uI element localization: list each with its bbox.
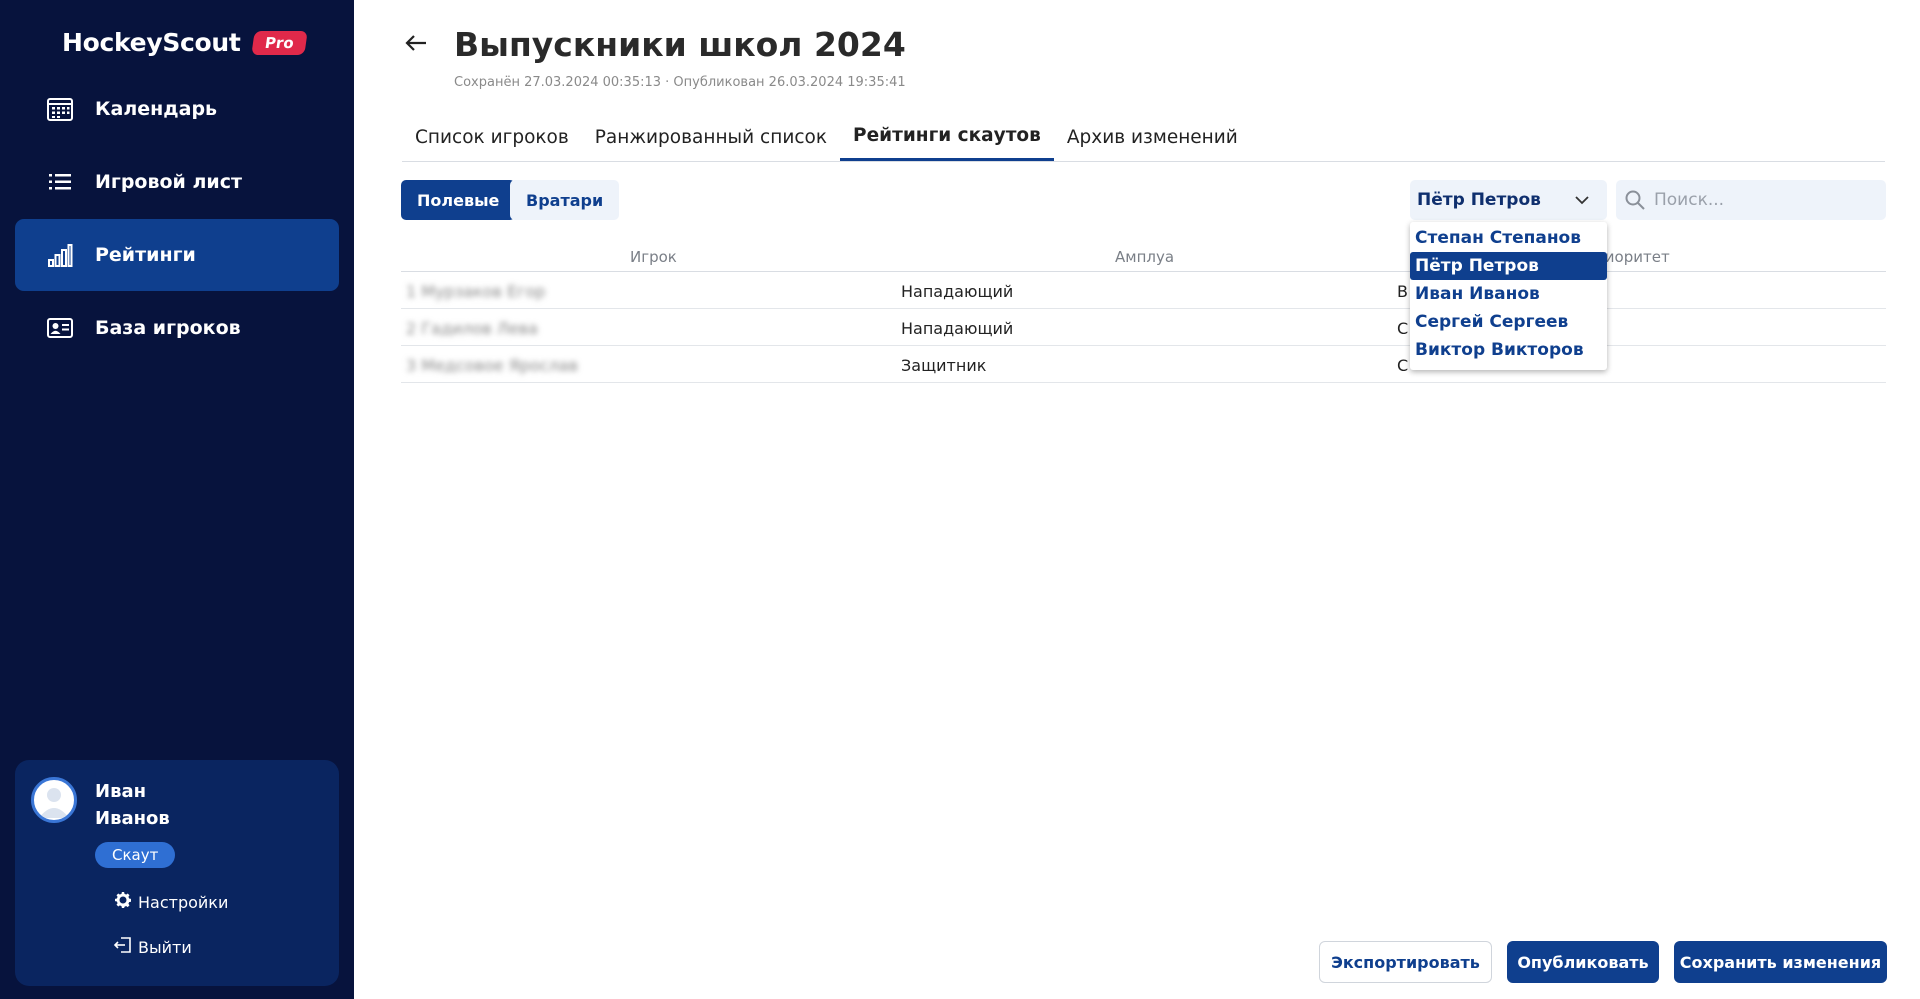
player-priority: С — [1397, 319, 1409, 338]
player-priority: С — [1397, 356, 1409, 375]
list-icon — [45, 167, 75, 197]
sidebar-item-ratings[interactable]: Рейтинги — [15, 219, 339, 291]
chevron-down-icon — [1573, 191, 1591, 213]
player-position: Нападающий — [901, 319, 1014, 338]
sidebar-item-calendar[interactable]: Календарь — [15, 73, 339, 145]
sidebar-item-label: Игровой лист — [95, 171, 242, 193]
sidebar-nav: Календарь Игровой лист Рейтинги База игр… — [15, 73, 339, 365]
scout-option[interactable]: Иван Иванов — [1410, 280, 1607, 308]
scout-option[interactable]: Сергей Сергеев — [1410, 308, 1607, 336]
role-badge: Скаут — [95, 842, 176, 868]
user-name: Иван Иванов — [95, 778, 215, 832]
goalies-button[interactable]: Вратари — [510, 180, 620, 220]
scout-select-value: Пётр Петров — [1417, 190, 1541, 210]
column-header-position[interactable]: Амплуа — [1115, 248, 1174, 266]
id-card-icon — [45, 313, 75, 343]
app-logo[interactable]: HockeyScout Pro — [62, 28, 307, 57]
player-priority: В — [1397, 282, 1408, 301]
sidebar-item-label: Рейтинги — [95, 244, 196, 266]
player-name[interactable]: 3 Медсовое Ярослав — [406, 356, 578, 375]
sidebar-item-player-base[interactable]: База игроков — [15, 292, 339, 364]
table-row[interactable]: 2 Гадилов Лева Нападающий С — [401, 309, 1886, 346]
sidebar-item-label: Календарь — [95, 98, 218, 120]
player-name[interactable]: 1 Мурзаков Егор — [406, 282, 545, 301]
pro-badge: Pro — [250, 30, 307, 55]
save-changes-button[interactable]: Сохранить изменения — [1674, 941, 1887, 983]
player-position: Защитник — [901, 356, 987, 375]
scout-dropdown: Степан Степанов Пётр Петров Иван Иванов … — [1410, 222, 1607, 370]
page-meta: Сохранён 27.03.2024 00:35:13 · Опубликов… — [454, 75, 906, 90]
user-first-name: Иван — [95, 781, 147, 802]
tab-bar: Список игроков Ранжированный список Рейт… — [402, 112, 1885, 162]
sidebar-item-game-sheet[interactable]: Игровой лист — [15, 146, 339, 218]
sidebar: HockeyScout Pro Календарь Игровой лист Р… — [0, 0, 354, 999]
scout-option[interactable]: Степан Степанов — [1410, 224, 1607, 252]
tab-change-archive[interactable]: Архив изменений — [1054, 112, 1251, 162]
avatar[interactable] — [31, 777, 77, 823]
back-button[interactable] — [403, 30, 429, 63]
field-players-button[interactable]: Полевые — [401, 180, 516, 220]
table-header: Игрок Амплуа Приоритет — [401, 240, 1886, 272]
table-row[interactable]: 1 Мурзаков Егор Нападающий В — [401, 272, 1886, 309]
ratings-table: Игрок Амплуа Приоритет 1 Мурзаков Егор Н… — [401, 240, 1886, 383]
logout-icon — [113, 935, 133, 959]
search-icon — [1624, 189, 1646, 211]
bar-chart-icon — [45, 240, 75, 270]
scout-select[interactable]: Пётр Петров — [1410, 180, 1607, 220]
logout-label: Выйти — [138, 937, 192, 957]
publish-button[interactable]: Опубликовать — [1507, 941, 1659, 983]
search-box — [1616, 180, 1886, 220]
export-button[interactable]: Экспортировать — [1319, 941, 1492, 983]
settings-link[interactable]: Настройки — [113, 890, 228, 914]
tab-scout-ratings[interactable]: Рейтинги скаутов — [840, 112, 1054, 161]
search-input[interactable] — [1654, 190, 1874, 210]
column-header-player[interactable]: Игрок — [630, 248, 677, 266]
user-last-name: Иванов — [95, 808, 170, 829]
tab-player-list[interactable]: Список игроков — [402, 112, 582, 162]
scout-option[interactable]: Виктор Викторов — [1410, 336, 1607, 364]
logout-link[interactable]: Выйти — [113, 935, 192, 959]
settings-label: Настройки — [138, 892, 229, 912]
gear-icon — [113, 890, 133, 914]
table-row[interactable]: 3 Медсовое Ярослав Защитник С — [401, 346, 1886, 383]
player-position: Нападающий — [901, 282, 1014, 301]
player-name[interactable]: 2 Гадилов Лева — [406, 319, 538, 338]
scout-option-selected[interactable]: Пётр Петров — [1410, 252, 1607, 280]
arrow-left-icon — [405, 35, 426, 51]
sidebar-item-label: База игроков — [95, 317, 241, 339]
page-title: Выпускники школ 2024 — [454, 25, 906, 64]
user-card: Иван Иванов Скаут Настройки Выйти — [15, 760, 339, 986]
app-name: HockeyScout — [62, 28, 241, 57]
calendar-icon — [45, 94, 75, 124]
tab-ranked-list[interactable]: Ранжированный список — [582, 112, 840, 162]
